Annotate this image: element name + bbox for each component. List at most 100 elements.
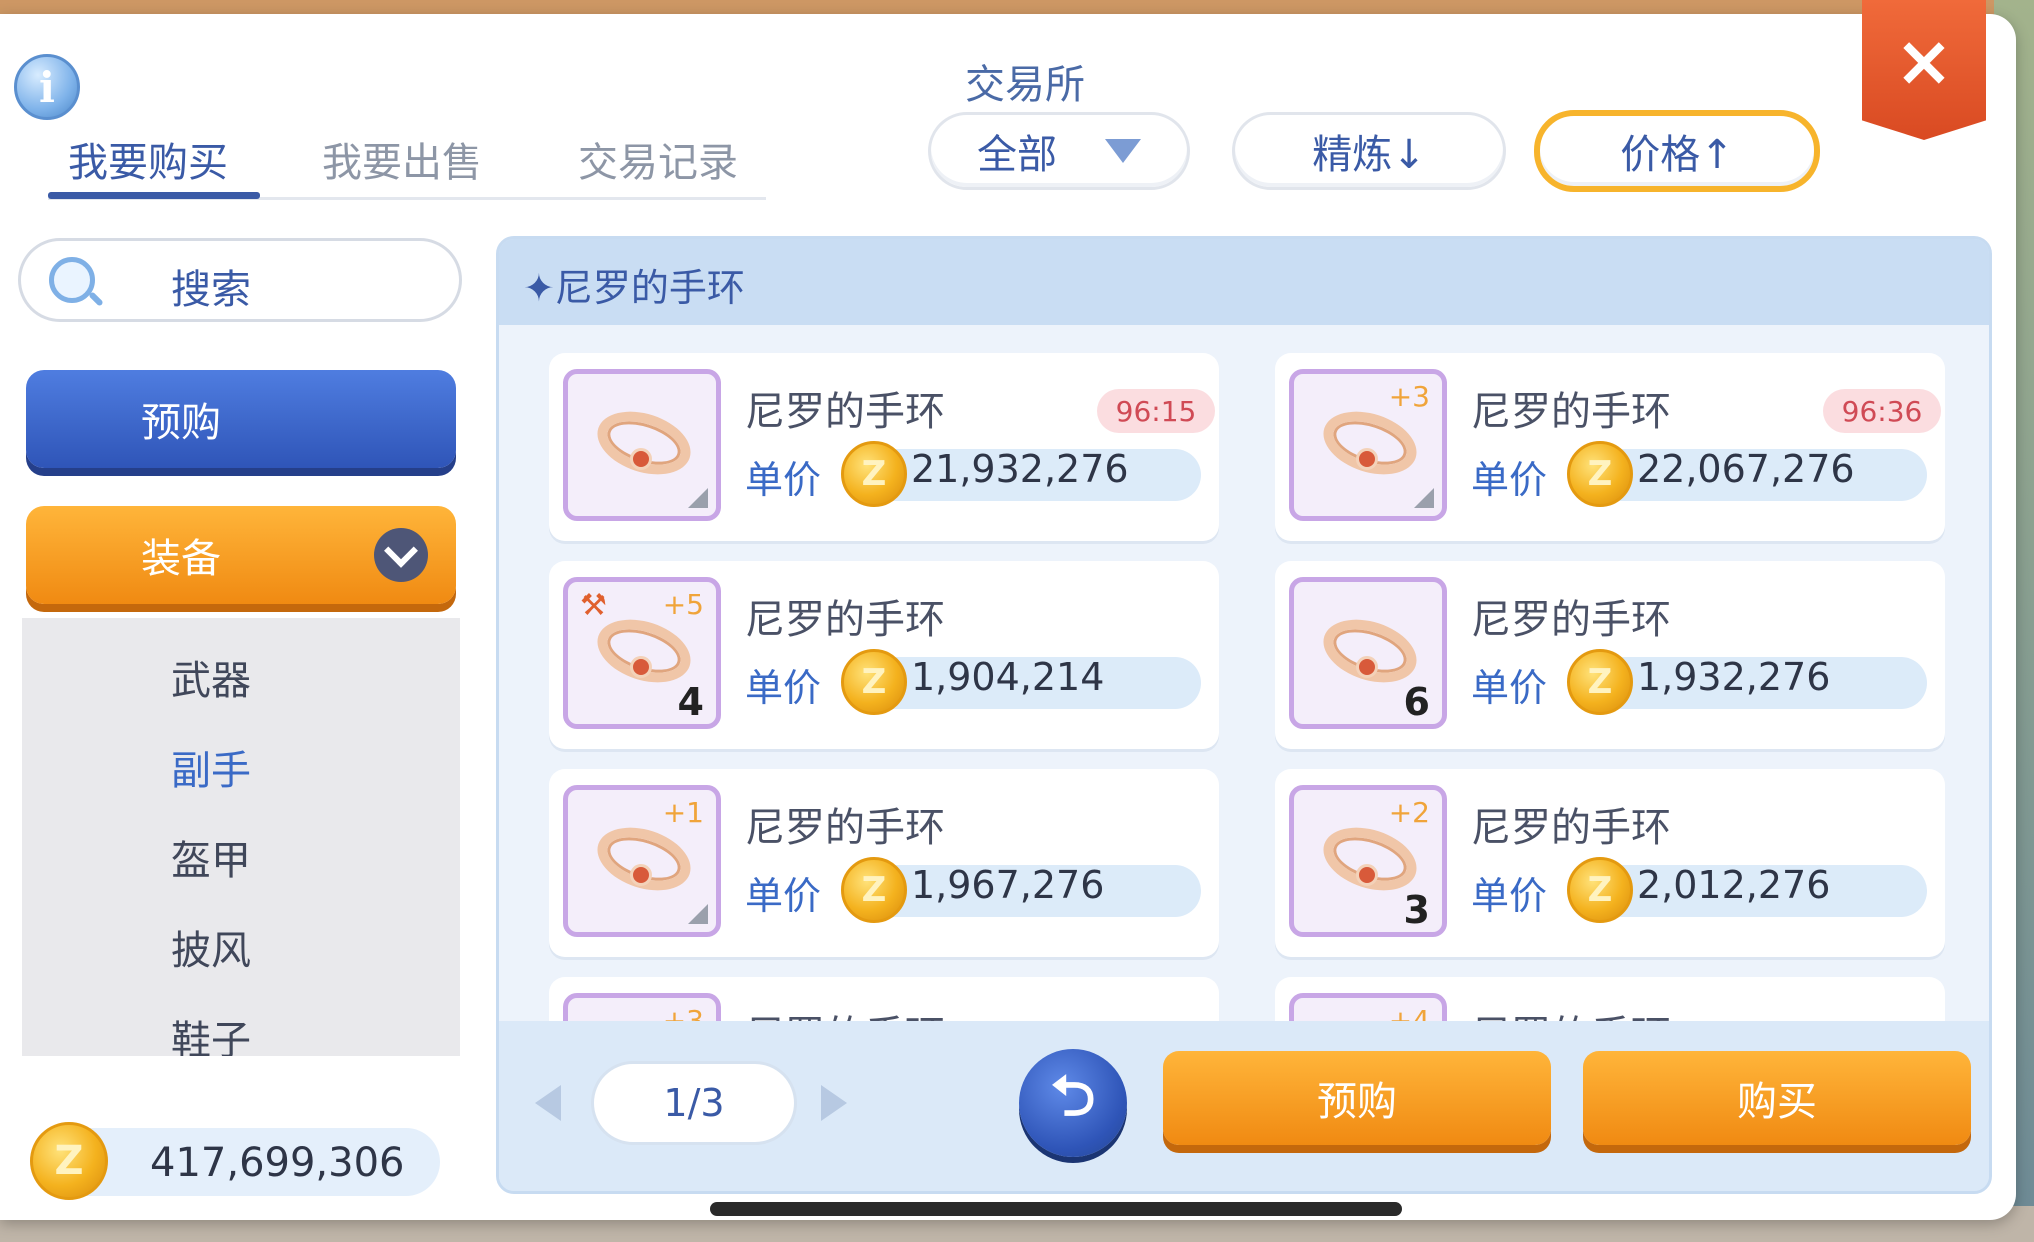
subcategory-cloak[interactable]: 披风	[22, 918, 460, 976]
subcategory-offhand[interactable]: 副手	[22, 738, 460, 796]
item-price: 1,967,276	[911, 863, 1105, 907]
listing-card[interactable]: +3 尼罗的手环 96:36 单价 Z 22,067,276	[1275, 353, 1945, 541]
exchange-panel: i 交易所 我要购买 我要出售 交易记录 全部 精炼↓ 价格↑ 搜索 预购 装备…	[0, 14, 2016, 1220]
listing-card[interactable]: ⚒ +5 4 尼罗的手环 单价 Z 1,904,214	[549, 561, 1219, 749]
slot-count: 3	[1403, 888, 1430, 932]
listing-card[interactable]: 6 尼罗的手环 单价 Z 1,932,276	[1275, 561, 1945, 749]
unit-price-label: 单价	[745, 874, 822, 918]
bracelet-icon	[589, 816, 699, 902]
chevron-down-icon	[374, 528, 428, 582]
search-input[interactable]: 搜索	[18, 238, 462, 322]
zeny-coin-icon: Z	[1567, 649, 1633, 715]
preorder-button[interactable]: 预购	[1163, 1051, 1551, 1145]
category-select[interactable]: 全部	[928, 112, 1190, 190]
close-icon: ×	[1894, 20, 1954, 102]
item-name: 尼罗的手环	[745, 805, 945, 851]
subcategory-list: 武器 副手 盔甲 披风 鞋子	[22, 618, 460, 1056]
item-thumbnail: +3	[1289, 369, 1447, 521]
bracelet-icon	[589, 400, 699, 486]
item-price: 21,932,276	[911, 447, 1129, 491]
listing-card[interactable]: +1 尼罗的手环 单价 Z 1,967,276	[549, 769, 1219, 957]
zeny-coin-icon: Z	[841, 857, 907, 923]
listing-grid[interactable]: 尼罗的手环 96:15 单价 Z 21,932,276 +3 尼罗的手环 96:…	[499, 325, 1989, 1021]
prev-page-icon[interactable]	[535, 1085, 561, 1121]
zeny-coin-icon: Z	[1567, 857, 1633, 923]
sidebar-equip-button[interactable]: 装备	[26, 506, 456, 604]
subcategory-weapon[interactable]: 武器	[22, 648, 460, 706]
refine-level: +5	[662, 588, 704, 621]
close-button[interactable]: ×	[1862, 0, 1986, 140]
corner-mark	[1414, 488, 1434, 508]
listing-footer: 1/3 ⮌ 预购 购买	[499, 1021, 1989, 1191]
bracelet-icon	[1315, 400, 1425, 486]
unit-price-label: 单价	[745, 458, 822, 502]
home-indicator[interactable]	[710, 1202, 1402, 1216]
item-thumbnail: ⚒ +5 4	[563, 577, 721, 729]
item-name: 尼罗的手环	[745, 1003, 945, 1021]
item-name: 尼罗的手环	[1471, 1003, 1671, 1021]
listing-panel: ✦尼罗的手环 尼罗的手环 96:15 单价 Z 21,932,276 +3 尼罗…	[496, 236, 1992, 1194]
preorder-button-label: 预购	[1317, 1079, 1397, 1125]
tab-buy[interactable]: 我要购买	[68, 130, 228, 188]
unit-price-label: 单价	[745, 666, 822, 710]
sidebar-preorder-button[interactable]: 预购	[26, 370, 456, 468]
unit-price-label: 单价	[1471, 666, 1548, 710]
listing-header-title: ✦尼罗的手环	[523, 266, 745, 310]
item-thumbnail: +1	[563, 785, 721, 937]
listing-card[interactable]: +3 尼罗的手环	[549, 977, 1219, 1021]
slot-count: 6	[1403, 680, 1430, 724]
unit-price-label: 单价	[1471, 458, 1548, 502]
triangle-down-icon	[1105, 139, 1141, 163]
item-price: 1,904,214	[911, 655, 1105, 699]
item-name: 尼罗的手环	[1471, 805, 1671, 851]
zeny-coin-icon: Z	[841, 441, 907, 507]
hammer-icon: ⚒	[580, 588, 607, 623]
refine-sort-button[interactable]: 精炼↓	[1232, 112, 1506, 190]
sidebar-equip-label: 装备	[141, 536, 221, 582]
zeny-coin-icon: Z	[30, 1122, 108, 1200]
tab-sell[interactable]: 我要出售	[322, 130, 482, 188]
refine-level: +1	[662, 796, 704, 829]
item-name: 尼罗的手环	[745, 597, 945, 643]
refine-level: +3	[1388, 380, 1430, 413]
gem-icon	[630, 448, 652, 470]
subcategory-shoes[interactable]: 鞋子	[22, 1008, 460, 1056]
item-price: 2,012,276	[1637, 863, 1831, 907]
zeny-balance: Z 417,699,306	[30, 1122, 440, 1200]
listing-card[interactable]: 尼罗的手环 96:15 单价 Z 21,932,276	[549, 353, 1219, 541]
timer-badge: 96:15	[1097, 389, 1215, 433]
next-page-icon[interactable]	[821, 1085, 847, 1121]
tab-active-indicator	[48, 192, 260, 199]
search-icon	[49, 257, 95, 303]
item-name: 尼罗的手环	[745, 389, 945, 435]
item-thumbnail	[563, 369, 721, 521]
refresh-icon[interactable]: ⮌	[1019, 1049, 1127, 1157]
subcategory-armor[interactable]: 盔甲	[22, 828, 460, 886]
slot-count: 4	[677, 680, 704, 724]
corner-mark	[688, 904, 708, 924]
item-price: 22,067,276	[1637, 447, 1855, 491]
item-thumbnail: 6	[1289, 577, 1447, 729]
zeny-coin-icon: Z	[1567, 441, 1633, 507]
zeny-balance-value: 417,699,306	[150, 1140, 405, 1186]
corner-mark	[688, 488, 708, 508]
sidebar-preorder-label: 预购	[141, 400, 221, 446]
listing-card[interactable]: +4 尼罗的手环	[1275, 977, 1945, 1021]
listing-header-text: 尼罗的手环	[554, 266, 745, 310]
tab-history[interactable]: 交易记录	[578, 130, 738, 188]
listing-header: ✦尼罗的手环	[499, 239, 1989, 325]
listing-card[interactable]: +2 3 尼罗的手环 单价 Z 2,012,276	[1275, 769, 1945, 957]
item-thumbnail: +2 3	[1289, 785, 1447, 937]
refine-level: +3	[662, 1004, 704, 1021]
gem-icon	[1356, 656, 1378, 678]
gem-icon	[1356, 864, 1378, 886]
item-name: 尼罗的手环	[1471, 597, 1671, 643]
item-thumbnail: +4	[1289, 993, 1447, 1021]
info-icon[interactable]: i	[14, 54, 80, 120]
buy-button[interactable]: 购买	[1583, 1051, 1971, 1145]
refine-sort-label: 精炼↓	[1312, 132, 1426, 178]
price-sort-button[interactable]: 价格↑	[1534, 110, 1820, 192]
refine-level: +2	[1388, 796, 1430, 829]
price-sort-label: 价格↑	[1620, 132, 1734, 178]
refine-level: +4	[1388, 1004, 1430, 1021]
